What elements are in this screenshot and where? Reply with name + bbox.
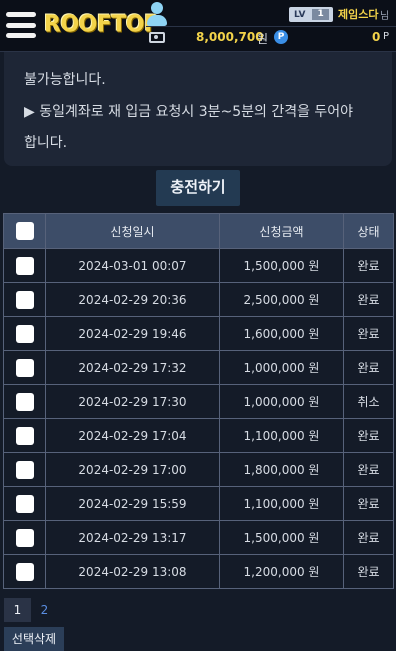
row-amount: 1,500,000 원 [219,520,344,555]
row-amount: 1,600,000 원 [219,316,344,351]
pagination: 1 2 [4,598,58,622]
table-row: 2024-02-29 13:08 1,200,000 원 완료 [3,554,394,589]
table-header-row: 신청일시 신청금액 상태 [3,213,394,249]
row-amount: 1,800,000 원 [219,452,344,487]
row-checkbox[interactable] [15,426,34,445]
row-amount: 1,100,000 원 [219,486,344,521]
row-checkbox[interactable] [15,256,34,275]
points-unit: P [383,31,390,42]
notice-line: 불가능합니다. [24,72,106,88]
row-status: 완료 [343,418,394,453]
row-date: 2024-02-29 13:08 [45,554,220,589]
table-row: 2024-02-29 19:46 1,600,000 원 완료 [3,316,394,351]
row-date: 2024-02-29 17:32 [45,350,220,385]
row-checkbox[interactable] [15,392,34,411]
row-status: 완료 [343,350,394,385]
level-label: LV [294,9,306,20]
delete-selected-button[interactable]: 선택삭제 [4,627,64,651]
row-status: 완료 [343,520,394,555]
table-row: 2024-02-29 17:00 1,800,000 원 완료 [3,452,394,487]
row-date: 2024-02-29 13:17 [45,520,220,555]
page-2-button[interactable]: 2 [31,598,58,622]
row-date: 2024-02-29 15:59 [45,486,220,521]
table-row: 2024-02-29 17:32 1,000,000 원 완료 [3,350,394,385]
row-checkbox-cell [3,486,46,521]
notice-line: ▶ 동일계좌로 재 입금 요청시 3분~5분의 간격을 두어야 [24,104,354,120]
notice-panel: 불가능합니다. ▶ 동일계좌로 재 입금 요청시 3분~5분의 간격을 두어야 … [4,52,392,166]
table-row: 2024-02-29 15:59 1,100,000 원 완료 [3,486,394,521]
row-amount: 2,500,000 원 [219,282,344,317]
row-date: 2024-02-29 19:46 [45,316,220,351]
table-row: 2024-02-29 17:30 1,000,000 원 취소 [3,384,394,419]
notice-line: 합니다. [24,135,68,151]
row-amount: 1,000,000 원 [219,350,344,385]
row-status: 완료 [343,248,394,283]
select-all-checkbox[interactable] [15,222,34,240]
row-checkbox-cell [3,316,46,351]
username: 제임스다 [338,8,379,21]
row-checkbox[interactable] [15,324,34,343]
row-date: 2024-02-29 17:04 [45,418,220,453]
row-checkbox-cell [3,520,46,555]
level-badge: LV 1 [289,7,333,22]
row-amount: 1,500,000 원 [219,248,344,283]
top-header: ROOFTOP LV 1 제임스다 님 8,000,700 원 P 0 P [0,0,396,52]
points-amount: 0 [372,30,381,44]
row-checkbox[interactable] [15,494,34,513]
balance-amount: 8,000,700 [196,30,264,44]
row-checkbox[interactable] [15,290,34,309]
row-date: 2024-03-01 00:07 [45,248,220,283]
table-row: 2024-02-29 20:36 2,500,000 원 완료 [3,282,394,317]
site-logo[interactable]: ROOFTOP [44,11,160,37]
row-amount: 1,200,000 원 [219,554,344,589]
level-value: 1 [312,9,329,20]
menu-icon[interactable] [6,12,36,38]
row-checkbox-cell [3,282,46,317]
row-amount: 1,100,000 원 [219,418,344,453]
row-date: 2024-02-29 17:30 [45,384,220,419]
table-row: 2024-03-01 00:07 1,500,000 원 완료 [3,248,394,283]
row-date: 2024-02-29 20:36 [45,282,220,317]
deposit-history-table: 신청일시 신청금액 상태 2024-03-01 00:07 1,500,000 원… [3,213,394,589]
row-checkbox-cell [3,248,46,283]
row-date: 2024-02-29 17:00 [45,452,220,487]
page-1-button[interactable]: 1 [4,598,31,622]
row-checkbox-cell [3,350,46,385]
point-icon: P [274,30,288,44]
user-icon[interactable] [146,2,168,26]
row-status: 취소 [343,384,394,419]
charge-button[interactable]: 충전하기 [156,170,240,206]
row-checkbox-cell [3,452,46,487]
row-checkbox[interactable] [15,460,34,479]
select-all-cell [3,213,46,249]
row-checkbox[interactable] [15,528,34,547]
username-suffix: 님 [380,11,390,22]
row-status: 완료 [343,452,394,487]
header-amount: 신청금액 [219,213,344,249]
balance-unit: 원 [257,32,269,46]
row-checkbox[interactable] [15,358,34,377]
row-checkbox[interactable] [15,562,34,581]
table-row: 2024-02-29 17:04 1,100,000 원 완료 [3,418,394,453]
row-status: 완료 [343,554,394,589]
row-status: 완료 [343,486,394,521]
row-amount: 1,000,000 원 [219,384,344,419]
header-divider [146,26,396,27]
header-status: 상태 [343,213,394,249]
row-status: 완료 [343,316,394,351]
money-icon [149,32,165,43]
table-row: 2024-02-29 13:17 1,500,000 원 완료 [3,520,394,555]
row-checkbox-cell [3,554,46,589]
header-date: 신청일시 [45,213,220,249]
row-status: 완료 [343,282,394,317]
row-checkbox-cell [3,418,46,453]
row-checkbox-cell [3,384,46,419]
